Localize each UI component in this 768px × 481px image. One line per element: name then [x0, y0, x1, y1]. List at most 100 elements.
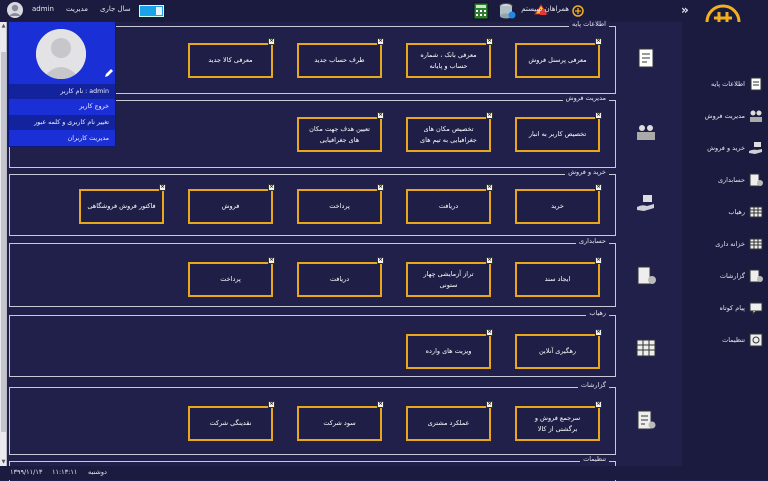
section-title: رهیاب — [586, 309, 609, 317]
card-assign-locations[interactable]: تخصیص مکان های جغرافیایی به تیم های × — [406, 112, 493, 152]
close-icon[interactable]: × — [486, 38, 493, 45]
collapse-sidebar-icon[interactable]: » — [681, 3, 689, 17]
info-card-icon — [750, 77, 762, 91]
close-icon[interactable]: × — [595, 38, 602, 45]
sidebar-item-treasury[interactable]: خزانه داری — [715, 234, 764, 254]
partners-logo-icon — [572, 5, 584, 17]
section-title: تنظیمات — [580, 455, 609, 463]
card-location-target[interactable]: تعیین هدف جهت مکان های جغرافیایی × — [297, 112, 384, 152]
section-title: خرید و فروش — [565, 168, 609, 176]
card-buy[interactable]: خرید × — [515, 184, 602, 224]
card-online-tracking[interactable]: رهگیری آنلاین × — [515, 329, 602, 369]
sidebar-item-buy-sell[interactable]: خرید و فروش — [707, 138, 764, 158]
scroll-up-icon[interactable]: ▲ — [0, 22, 7, 30]
info-card-icon — [638, 48, 654, 68]
role-label: مدیریت — [66, 5, 89, 13]
status-bar: دوشنبه ۱۱:۱۳:۱۱ ۱۳۹۹/۱۱/۱۳ — [0, 466, 768, 480]
ledger-icon — [637, 266, 656, 285]
fiscal-year-label: سال جاری — [100, 5, 131, 13]
close-icon[interactable]: × — [377, 38, 384, 45]
close-icon[interactable]: × — [268, 257, 275, 264]
section-title: گزارشات — [577, 381, 609, 389]
close-icon[interactable]: × — [486, 184, 493, 191]
close-icon[interactable]: × — [595, 257, 602, 264]
status-day: دوشنبه — [88, 468, 107, 476]
cart-hand-icon — [749, 142, 762, 154]
card-incoming-visits[interactable]: ویزیت های وارده × — [406, 329, 493, 369]
status-date: ۱۳۹۹/۱۱/۱۳ — [10, 468, 43, 476]
close-icon[interactable]: × — [486, 401, 493, 408]
card-new-party[interactable]: طرف حساب جدید × — [297, 38, 384, 78]
user-silhouette-icon — [36, 29, 86, 79]
close-icon[interactable]: × — [595, 329, 602, 336]
card-store-invoice[interactable]: فاکتور فروش فروشگاهی × — [79, 184, 166, 224]
logout-button[interactable]: خروج کاربر — [9, 99, 115, 114]
card-accounting-receive[interactable]: دریافت × — [297, 257, 384, 297]
tracker-icon — [636, 339, 656, 357]
sidebar-item-reports[interactable]: گزارشات — [720, 266, 764, 286]
card-bank-account[interactable]: معرفی بانک ، شماره حساب و پایانه × — [406, 38, 493, 78]
username-label[interactable]: admin — [32, 5, 54, 13]
cart-hand-icon — [637, 195, 654, 211]
edit-pencil-icon[interactable] — [104, 68, 114, 78]
card-sell[interactable]: فروش × — [188, 184, 275, 224]
calculator-icon[interactable] — [472, 2, 490, 20]
card-sales-returns-summary[interactable]: سرجمع فروش و برگشتی از کالا × — [515, 401, 602, 441]
top-bar: admin مدیریت سال جاری همراهان سیستم » — [0, 0, 768, 40]
sidebar: اطلاعات پایه مدیریت فروش خرید و فروش حسا… — [682, 22, 768, 466]
change-credentials-button[interactable]: تغییر نام کاربری و کلمه عبور — [9, 115, 115, 130]
sidebar-item-tracker[interactable]: رهیاب — [728, 202, 764, 222]
close-icon[interactable]: × — [268, 401, 275, 408]
close-icon[interactable]: × — [595, 112, 602, 119]
section-title: اطلاعات پایه — [569, 20, 609, 28]
card-create-voucher[interactable]: ایجاد سند × — [515, 257, 602, 297]
card-receive[interactable]: دریافت × — [406, 184, 493, 224]
ledger-icon — [749, 173, 763, 187]
card-trial-balance[interactable]: تراز آزمایشی چهار ستونی × — [406, 257, 493, 297]
close-icon[interactable]: × — [486, 257, 493, 264]
sms-icon — [749, 302, 763, 316]
system-partners-label[interactable]: همراهان سیستم — [513, 5, 569, 13]
scroll-down-icon[interactable]: ▼ — [0, 458, 7, 466]
section-title: حسابداری — [575, 237, 609, 245]
close-icon[interactable]: × — [268, 38, 275, 45]
card-company-liquidity[interactable]: نقدینگی شرکت × — [188, 401, 275, 441]
sidebar-item-base-info[interactable]: اطلاعات پایه — [711, 74, 764, 94]
sidebar-item-sms[interactable]: پیام کوتاه — [720, 298, 765, 318]
user-avatar-icon[interactable] — [6, 1, 24, 19]
close-icon[interactable]: × — [595, 401, 602, 408]
status-time: ۱۱:۱۳:۱۱ — [52, 468, 78, 476]
tracker-icon — [749, 206, 763, 218]
close-icon[interactable]: × — [486, 329, 493, 336]
close-icon[interactable]: × — [377, 257, 384, 264]
fiscal-year-select[interactable] — [139, 5, 164, 17]
report-icon — [637, 410, 656, 430]
user-menu-popup: نام کاربر : admin خروج کاربر تغییر نام ک… — [8, 21, 116, 147]
report-icon — [749, 269, 763, 283]
close-icon[interactable]: × — [377, 184, 384, 191]
card-sales-personnel[interactable]: معرفی پرسنل فروش × — [515, 38, 602, 78]
close-icon[interactable]: × — [159, 184, 166, 191]
sales-team-icon — [637, 125, 655, 140]
sidebar-item-accounting[interactable]: حسابداری — [718, 170, 764, 190]
settings-icon — [749, 333, 763, 347]
avatar — [36, 29, 86, 79]
card-new-product[interactable]: معرفی کالا جدید × — [188, 38, 275, 78]
card-company-profit[interactable]: سود شرکت × — [297, 401, 384, 441]
card-customer-performance[interactable]: عملکرد مشتری × — [406, 401, 493, 441]
close-icon[interactable]: × — [377, 112, 384, 119]
close-icon[interactable]: × — [595, 184, 602, 191]
section-title: مدیریت فروش — [562, 94, 609, 102]
close-icon[interactable]: × — [377, 401, 384, 408]
sidebar-item-sales-management[interactable]: مدیریت فروش — [705, 106, 764, 126]
close-icon[interactable]: × — [268, 184, 275, 191]
card-pay[interactable]: پرداخت × — [297, 184, 384, 224]
vertical-scrollbar[interactable]: ▲ ▼ — [0, 22, 7, 466]
card-accounting-pay[interactable]: پرداخت × — [188, 257, 275, 297]
treasury-icon — [749, 238, 763, 250]
close-icon[interactable]: × — [486, 112, 493, 119]
manage-users-button[interactable]: مدیریت کاربران — [9, 131, 115, 146]
card-assign-user-warehouse[interactable]: تخصیص کاربر به انبار × — [515, 112, 602, 152]
scroll-thumb[interactable] — [1, 52, 6, 432]
sidebar-item-settings[interactable]: تنظیمات — [722, 330, 764, 350]
